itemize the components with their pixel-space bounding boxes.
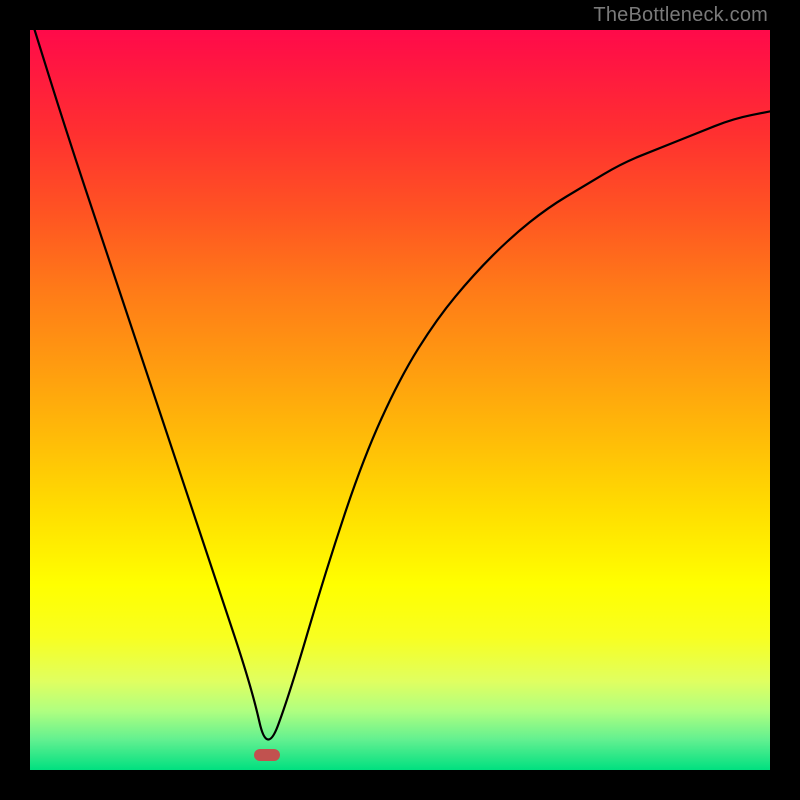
chart-frame: TheBottleneck.com (0, 0, 800, 800)
plot-area (30, 30, 770, 770)
bottleneck-curve (30, 30, 770, 770)
watermark-text: TheBottleneck.com (593, 4, 768, 27)
minimum-marker (254, 749, 280, 761)
